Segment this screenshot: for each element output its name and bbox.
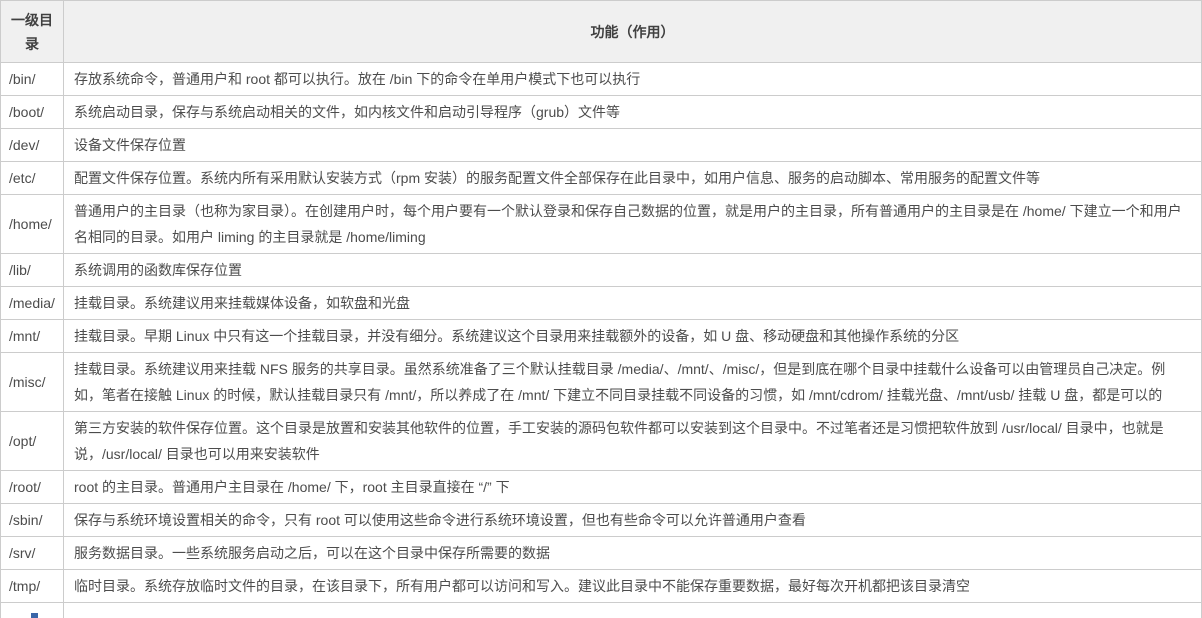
function-cell: 服务数据目录。一些系统服务启动之后，可以在这个目录中保存所需要的数据 [64, 537, 1202, 570]
table-row-lib: /lib/ 系统调用的函数库保存位置 [1, 254, 1202, 287]
table-row-misc: /misc/ 挂载目录。系统建议用来挂载 NFS 服务的共享目录。虽然系统准备了… [1, 353, 1202, 412]
function-cell: 设备文件保存位置 [64, 129, 1202, 162]
directory-cell: /srv/ [1, 537, 64, 570]
directory-cell: /lib/ [1, 254, 64, 287]
table-row-opt: /opt/ 第三方安装的软件保存位置。这个目录是放置和安装其他软件的位置，手工安… [1, 412, 1202, 471]
function-cell: 挂载目录。早期 Linux 中只有这一个挂载目录，并没有细分。系统建议这个目录用… [64, 320, 1202, 353]
directory-cell: /sbin/ [1, 504, 64, 537]
function-cell: 挂载目录。系统建议用来挂载媒体设备，如软盘和光盘 [64, 287, 1202, 320]
table-header-row: 一级目录 功能（作用） [1, 1, 1202, 63]
function-cell: 配置文件保存位置。系统内所有采用默认安装方式（rpm 安装）的服务配置文件全部保… [64, 162, 1202, 195]
table-row-dev: /dev/ 设备文件保存位置 [1, 129, 1202, 162]
table-row-boot: /boot/ 系统启动目录，保存与系统启动相关的文件，如内核文件和启动引导程序（… [1, 96, 1202, 129]
function-cell: 临时目录。系统存放临时文件的目录，在该目录下，所有用户都可以访问和写入。建议此目… [64, 570, 1202, 603]
table-row-bin: /bin/ 存放系统命令，普通用户和 root 都可以执行。放在 /bin 下的… [1, 63, 1202, 96]
table-row-home: /home/ 普通用户的主目录（也称为家目录）。在创建用户时，每个用户要有一个默… [1, 195, 1202, 254]
table-row-mnt: /mnt/ 挂载目录。早期 Linux 中只有这一个挂载目录，并没有细分。系统建… [1, 320, 1202, 353]
function-cell: 存放系统命令，普通用户和 root 都可以执行。放在 /bin 下的命令在单用户… [64, 63, 1202, 96]
function-cell: 系统调用的函数库保存位置 [64, 254, 1202, 287]
function-cell: 普通用户的主目录（也称为家目录）。在创建用户时，每个用户要有一个默认登录和保存自… [64, 195, 1202, 254]
clipped-next-table-row [1, 603, 1202, 618]
table-row-srv: /srv/ 服务数据目录。一些系统服务启动之后，可以在这个目录中保存所需要的数据 [1, 537, 1202, 570]
directory-cell: /bin/ [1, 63, 64, 96]
directory-cell: /dev/ [1, 129, 64, 162]
function-cell-clipped [64, 603, 1202, 618]
function-cell: 保存与系统环境设置相关的命令，只有 root 可以使用这些命令进行系统环境设置，… [64, 504, 1202, 537]
function-cell: 系统启动目录，保存与系统启动相关的文件，如内核文件和启动引导程序（grub）文件… [64, 96, 1202, 129]
linux-directory-table: 一级目录 功能（作用） /bin/ 存放系统命令，普通用户和 root 都可以执… [0, 0, 1202, 618]
table-row-sbin: /sbin/ 保存与系统环境设置相关的命令，只有 root 可以使用这些命令进行… [1, 504, 1202, 537]
directory-cell: /home/ [1, 195, 64, 254]
table-row-root: /root/ root 的主目录。普通用户主目录在 /home/ 下，root … [1, 471, 1202, 504]
directory-cell: /etc/ [1, 162, 64, 195]
function-cell: 挂载目录。系统建议用来挂载 NFS 服务的共享目录。虽然系统准备了三个默认挂载目… [64, 353, 1202, 412]
function-cell: 第三方安装的软件保存位置。这个目录是放置和安装其他软件的位置，手工安装的源码包软… [64, 412, 1202, 471]
linux-directory-table-page: 一级目录 功能（作用） /bin/ 存放系统命令，普通用户和 root 都可以执… [0, 0, 1202, 618]
directory-cell: /opt/ [1, 412, 64, 471]
directory-cell: /root/ [1, 471, 64, 504]
directory-cell-clipped [1, 603, 64, 618]
table-row-etc: /etc/ 配置文件保存位置。系统内所有采用默认安装方式（rpm 安装）的服务配… [1, 162, 1202, 195]
table-row-tmp: /tmp/ 临时目录。系统存放临时文件的目录，在该目录下，所有用户都可以访问和写… [1, 570, 1202, 603]
directory-cell: /misc/ [1, 353, 64, 412]
column-header-directory: 一级目录 [1, 1, 64, 63]
directory-cell: /mnt/ [1, 320, 64, 353]
directory-cell: /boot/ [1, 96, 64, 129]
function-cell: root 的主目录。普通用户主目录在 /home/ 下，root 主目录直接在 … [64, 471, 1202, 504]
clipped-link-top-sliver[interactable] [31, 613, 38, 618]
directory-cell: /media/ [1, 287, 64, 320]
directory-cell: /tmp/ [1, 570, 64, 603]
column-header-function: 功能（作用） [64, 1, 1202, 63]
table-row-media: /media/ 挂载目录。系统建议用来挂载媒体设备，如软盘和光盘 [1, 287, 1202, 320]
